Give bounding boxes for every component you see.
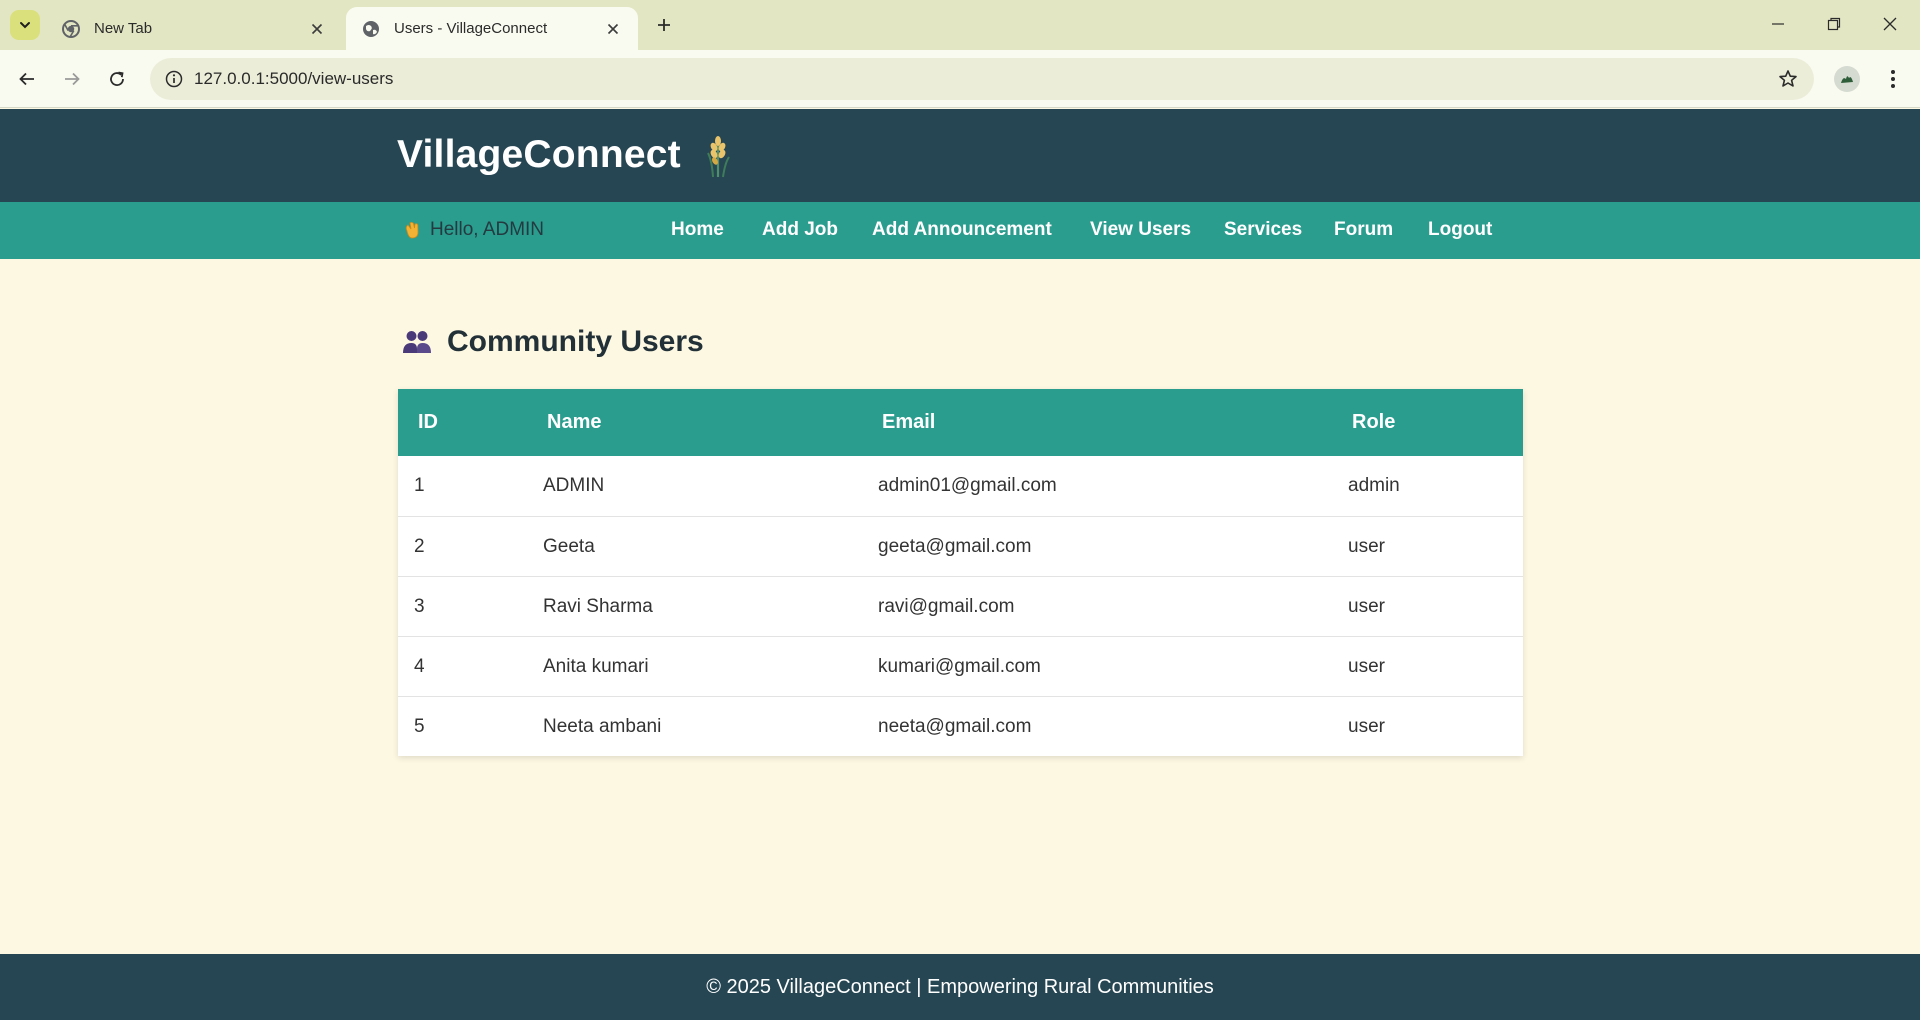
- table-body: 1 ADMIN admin01@gmail.com admin 2 Geeta …: [398, 456, 1523, 756]
- close-icon: [1883, 17, 1897, 31]
- forward-button[interactable]: [55, 62, 89, 96]
- page-title: Community Users: [447, 325, 704, 358]
- column-header-id: ID: [418, 411, 438, 433]
- cell-email: geeta@gmail.com: [878, 535, 1032, 557]
- nav-add-announcement[interactable]: Add Announcement: [872, 219, 1052, 241]
- column-header-role: Role: [1352, 411, 1396, 433]
- close-tab-icon[interactable]: [306, 18, 328, 40]
- cell-email: admin01@gmail.com: [878, 475, 1057, 496]
- cell-name: Neeta ambani: [543, 715, 662, 737]
- site-info-icon[interactable]: [154, 70, 194, 88]
- tab-search-button[interactable]: [10, 10, 40, 40]
- table-header-row: ID Name Email Role: [398, 389, 1523, 456]
- cell-id: 5: [414, 715, 425, 737]
- cell-role: admin: [1348, 475, 1400, 496]
- table-row: 2 Geeta geeta@gmail.com user: [398, 516, 1523, 576]
- cell-id: 4: [414, 655, 425, 677]
- table-row: 4 Anita kumari kumari@gmail.com user: [398, 636, 1523, 696]
- users-icon: [403, 331, 431, 353]
- cell-name: Anita kumari: [543, 655, 649, 677]
- new-tab-button[interactable]: [650, 11, 678, 39]
- minimize-icon: [1772, 23, 1784, 25]
- browser-tab-strip: New Tab Users - VillageConnect: [0, 0, 1920, 50]
- column-header-email: Email: [882, 411, 936, 433]
- tab-title: Users - VillageConnect: [394, 20, 548, 37]
- nav-services[interactable]: Services: [1224, 219, 1302, 241]
- profile-icon: [1841, 76, 1853, 83]
- cell-name: Geeta: [543, 535, 595, 557]
- greeting-text: Hello, ADMIN: [430, 219, 545, 240]
- restore-button[interactable]: [1806, 0, 1862, 48]
- close-tab-icon[interactable]: [602, 18, 624, 40]
- site-brand[interactable]: VillageConnect: [397, 133, 681, 177]
- arrow-right-icon: [65, 72, 80, 86]
- browser-toolbar: 127.0.0.1:5000/view-users: [0, 50, 1920, 108]
- cell-role: user: [1348, 595, 1385, 617]
- nav-view-users[interactable]: View Users: [1090, 219, 1191, 241]
- cell-email: neeta@gmail.com: [878, 715, 1032, 737]
- site-nav: Hello, ADMIN Home Add Job Add Announceme…: [0, 202, 1920, 259]
- cell-email: kumari@gmail.com: [878, 655, 1041, 677]
- tab-users-villageconnect[interactable]: Users - VillageConnect: [346, 7, 638, 50]
- page-heading: Community Users: [402, 325, 704, 359]
- reload-icon: [110, 71, 124, 86]
- bookmark-star-icon[interactable]: [1768, 69, 1808, 89]
- url-text[interactable]: 127.0.0.1:5000/view-users: [194, 69, 1768, 89]
- more-vertical-icon: [1891, 70, 1895, 88]
- nav-add-job[interactable]: Add Job: [762, 219, 838, 241]
- waving-hand-icon: [405, 221, 419, 239]
- globe-icon: [362, 20, 380, 38]
- nav-logout[interactable]: Logout: [1428, 219, 1492, 241]
- cell-role: user: [1348, 655, 1385, 677]
- user-greeting: Hello, ADMIN: [402, 219, 544, 241]
- address-bar[interactable]: 127.0.0.1:5000/view-users: [150, 58, 1814, 100]
- column-header-name: Name: [547, 411, 602, 433]
- tab-title: New Tab: [94, 20, 153, 37]
- reload-button[interactable]: [100, 62, 134, 96]
- table-row: 3 Ravi Sharma ravi@gmail.com user: [398, 576, 1523, 636]
- site-header: VillageConnect: [0, 109, 1920, 202]
- close-window-button[interactable]: [1862, 0, 1918, 48]
- site-footer: © 2025 VillageConnect | Empowering Rural…: [0, 954, 1920, 1020]
- restore-icon: [1827, 17, 1841, 31]
- cell-role: user: [1348, 535, 1385, 557]
- profile-avatar[interactable]: [1834, 66, 1860, 92]
- cell-id: 2: [414, 535, 425, 557]
- browser-menu-button[interactable]: [1878, 64, 1908, 94]
- minimize-button[interactable]: [1750, 0, 1806, 48]
- cell-id: 3: [414, 595, 425, 617]
- cell-name: ADMIN: [543, 475, 605, 496]
- chevron-down-icon: [20, 22, 30, 29]
- cell-email: ravi@gmail.com: [878, 595, 1015, 617]
- back-button[interactable]: [10, 62, 44, 96]
- cell-id: 1: [414, 475, 425, 496]
- table-row: 1 ADMIN admin01@gmail.com admin: [398, 456, 1523, 516]
- arrow-left-icon: [19, 72, 34, 86]
- plus-icon: [658, 19, 670, 31]
- nav-forum[interactable]: Forum: [1334, 219, 1393, 241]
- cell-name: Ravi Sharma: [543, 595, 653, 617]
- chrome-icon: [62, 19, 80, 38]
- table-row: 5 Neeta ambani neeta@gmail.com user: [398, 696, 1523, 756]
- nav-home[interactable]: Home: [671, 219, 724, 241]
- users-table: ID Name Email Role 1 ADMIN admin01@gmail…: [398, 389, 1523, 756]
- cell-role: user: [1348, 715, 1385, 737]
- tab-new-tab[interactable]: New Tab: [46, 7, 342, 50]
- footer-text: © 2025 VillageConnect | Empowering Rural…: [706, 975, 1214, 998]
- wheat-icon: [707, 136, 730, 178]
